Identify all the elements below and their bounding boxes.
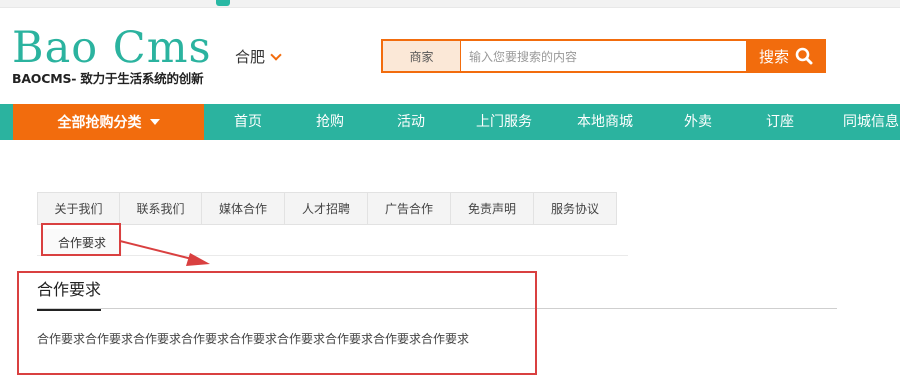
category-menu-button[interactable]: 全部抢购分类 — [13, 104, 204, 140]
tab-advertising[interactable]: 广告合作 — [367, 192, 450, 225]
nav-item-home-service[interactable]: 上门服务 — [476, 104, 532, 140]
tab-careers[interactable]: 人才招聘 — [284, 192, 367, 225]
city-selector[interactable]: 合肥 — [235, 46, 282, 67]
tab-disclaimer[interactable]: 免责声明 — [450, 192, 533, 225]
nav-item-events[interactable]: 活动 — [397, 104, 425, 140]
search-bar: 商家 输入您要搜索的内容 搜索 — [381, 39, 826, 73]
nav-item-takeout[interactable]: 外卖 — [684, 104, 712, 140]
tab-contact-us[interactable]: 联系我们 — [119, 192, 201, 225]
search-input[interactable]: 输入您要搜索的内容 — [461, 39, 746, 73]
info-tabs: 关于我们 联系我们 媒体合作 人才招聘 广告合作 免责声明 服务协议 合作要求 — [37, 192, 628, 256]
nav-item-reservation[interactable]: 订座 — [766, 104, 794, 140]
nav-item-home[interactable]: 首页 — [234, 104, 262, 140]
tab-about-us[interactable]: 关于我们 — [37, 192, 119, 225]
nav-item-classifieds[interactable]: 同城信息 — [843, 104, 899, 140]
annotation-box-content — [17, 271, 537, 375]
top-bar — [0, 0, 900, 8]
search-icon — [795, 47, 813, 65]
tab-row: 关于我们 联系我们 媒体合作 人才招聘 广告合作 免责声明 服务协议 — [37, 192, 617, 225]
top-bar-marker — [216, 0, 230, 6]
chevron-down-icon — [270, 48, 282, 61]
tab-service-agreement[interactable]: 服务协议 — [533, 192, 617, 225]
site-logo[interactable]: Bao Cms BAOCMS- 致力于生活系统的创新 — [12, 23, 212, 87]
main-nav: 全部抢购分类 首页 抢购 活动 上门服务 本地商城 外卖 订座 同城信息 — [0, 104, 900, 140]
city-label: 合肥 — [235, 48, 266, 66]
search-button[interactable]: 搜索 — [746, 39, 826, 73]
annotation-box-tab — [41, 223, 121, 256]
tab-media-partnership[interactable]: 媒体合作 — [201, 192, 284, 225]
nav-item-deals[interactable]: 抢购 — [316, 104, 344, 140]
nav-item-local-mall[interactable]: 本地商城 — [577, 104, 633, 140]
annotation-arrow — [119, 240, 210, 266]
logo-tagline: BAOCMS- 致力于生活系统的创新 — [12, 71, 204, 86]
logo-text: Bao Cms — [12, 23, 212, 73]
search-type-selector[interactable]: 商家 — [381, 39, 461, 73]
category-menu-label: 全部抢购分类 — [57, 115, 142, 131]
caret-down-icon — [149, 119, 160, 125]
search-button-label: 搜索 — [758, 47, 789, 66]
